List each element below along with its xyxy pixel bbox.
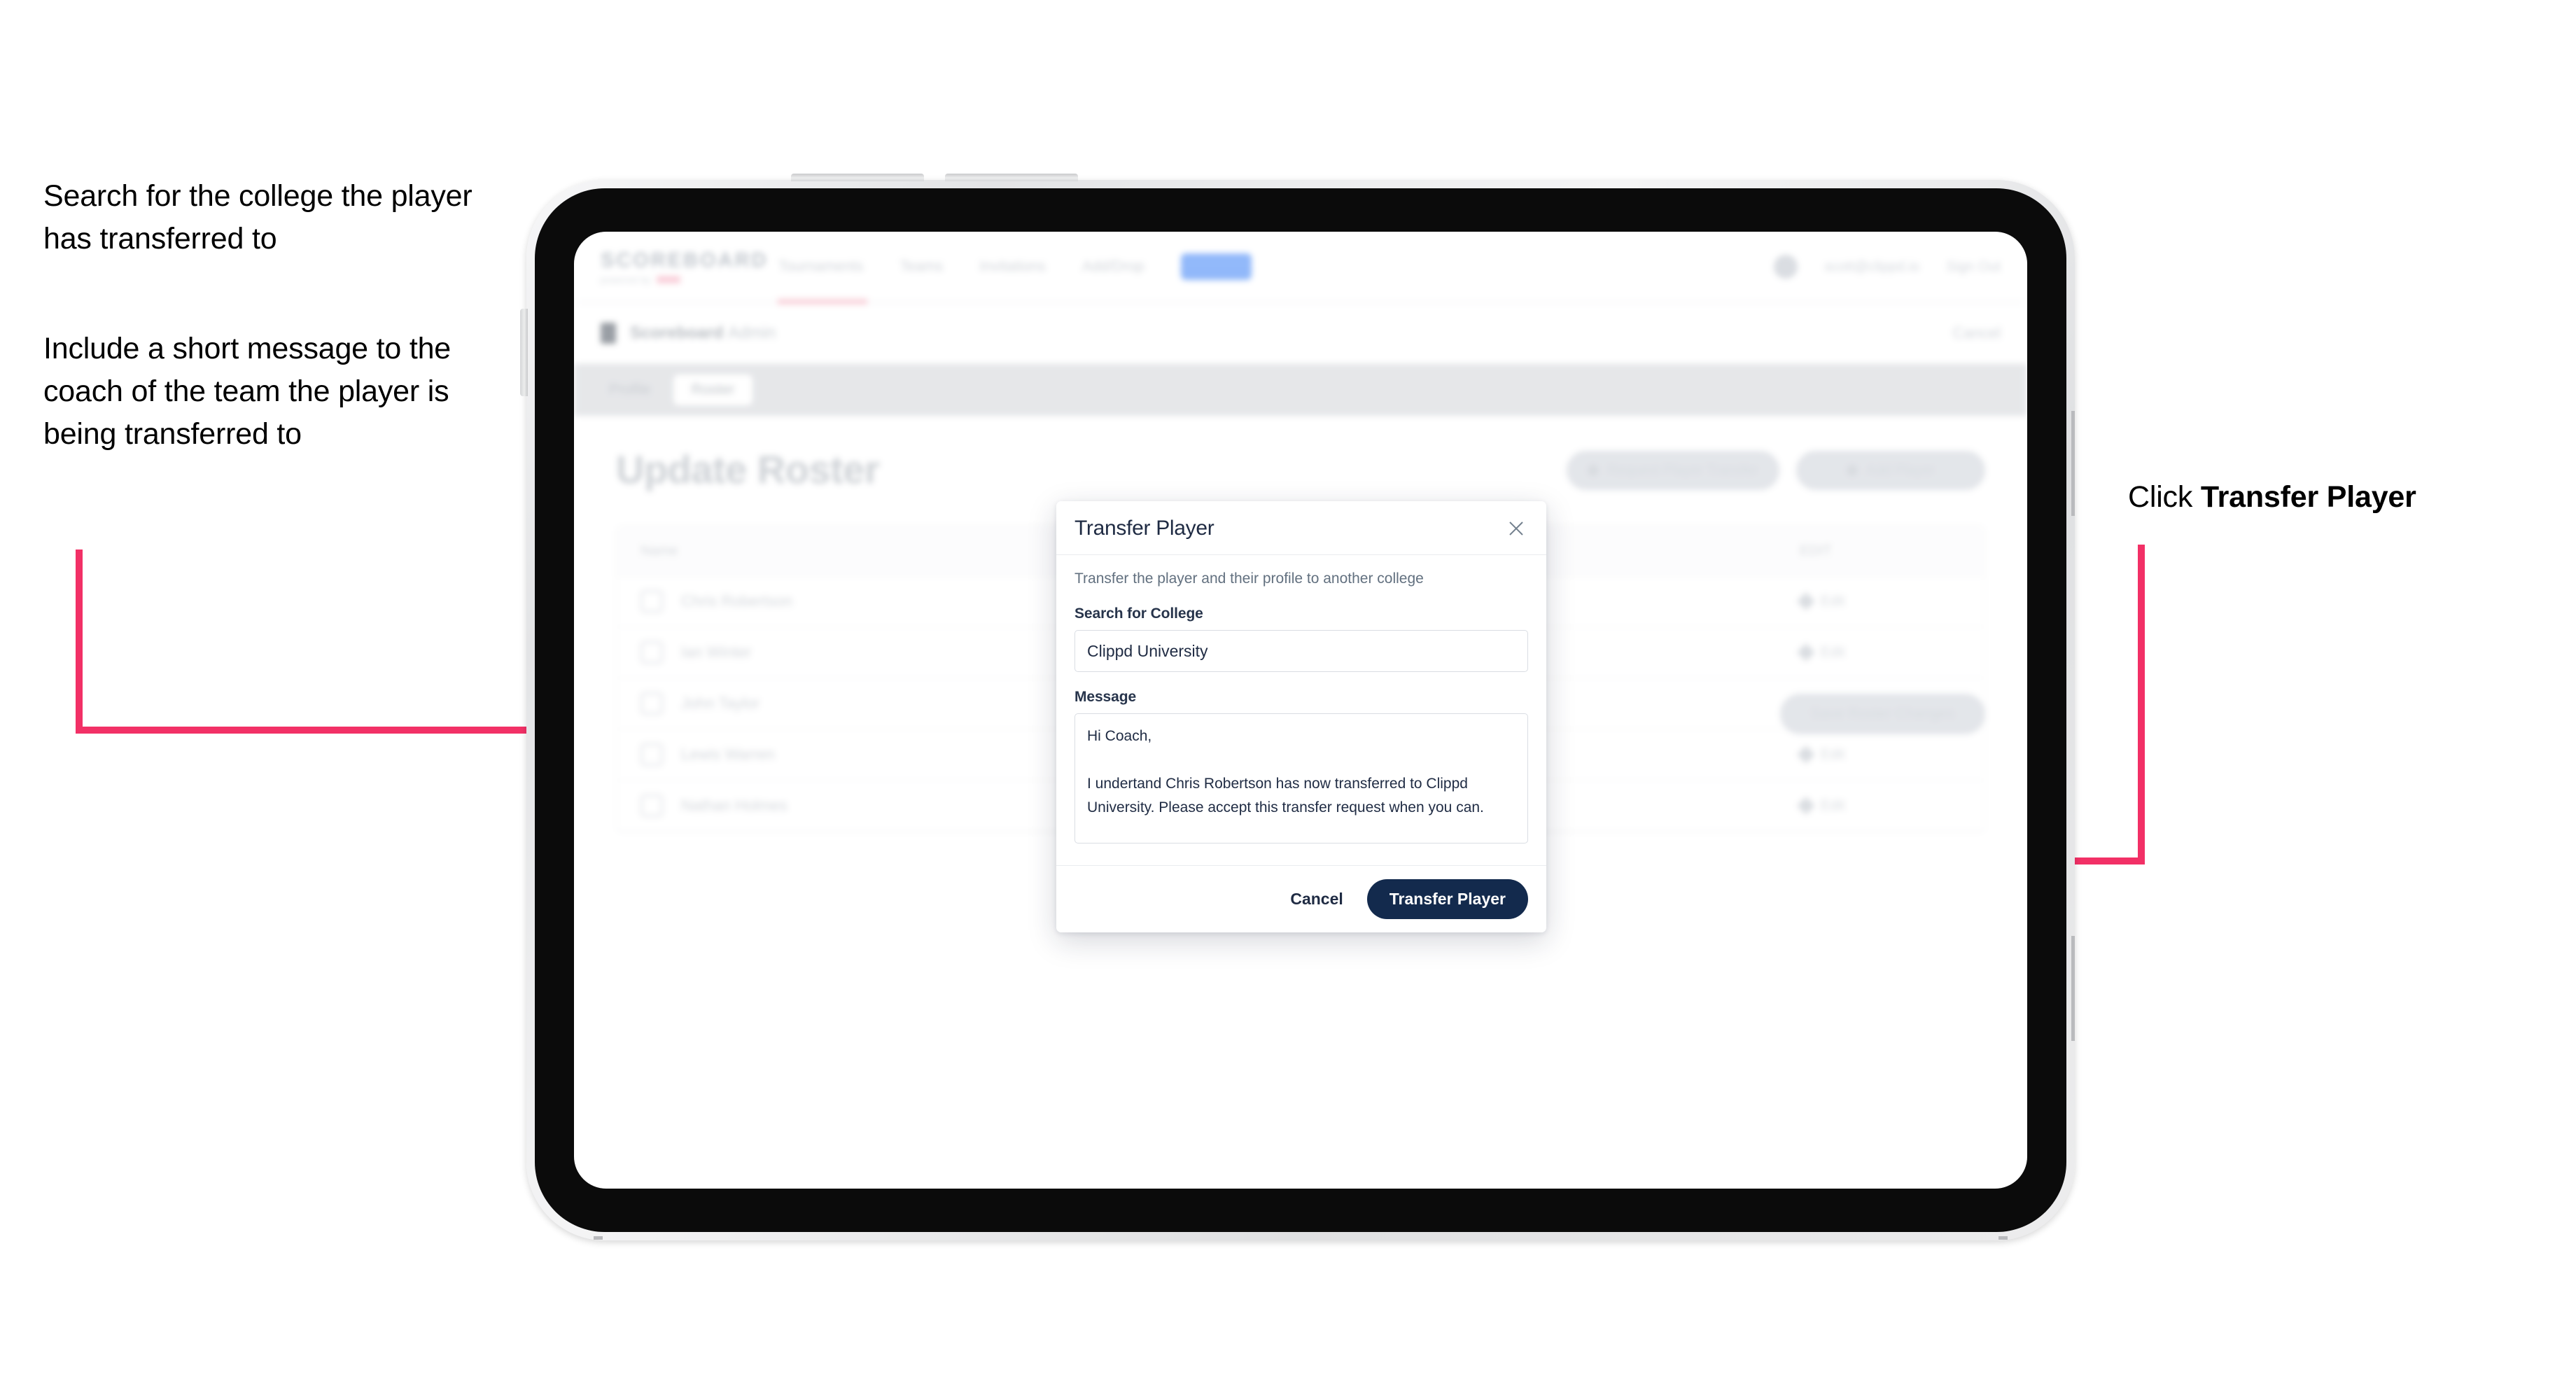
player-name: Ian Winter — [681, 643, 752, 661]
modal-body: Transfer the player and their profile to… — [1056, 555, 1546, 865]
pencil-icon — [1797, 643, 1815, 662]
power-button[interactable] — [520, 309, 528, 396]
message-field-label: Message — [1074, 689, 1137, 705]
antenna-line-bottom-left — [594, 1236, 603, 1240]
logo-text: SCOREBOARD — [601, 248, 769, 272]
logo-subtext: powered by — [601, 274, 652, 285]
scoreboard-icon — [601, 323, 616, 344]
row-edit-action[interactable]: Edit — [1797, 797, 1961, 815]
pencil-icon — [1797, 592, 1815, 610]
app-logo[interactable]: SCOREBOARD powered by — [601, 248, 769, 285]
transfer-icon — [1588, 465, 1600, 476]
nav-item-tournaments[interactable]: Tournaments — [778, 258, 863, 275]
pencil-icon — [1797, 797, 1815, 815]
row-edit-label: Edit — [1821, 593, 1845, 609]
main-nav: Tournaments Teams Invitations Add/Drop R… — [778, 253, 1252, 280]
tab-roster[interactable]: Roster — [673, 374, 753, 405]
logo-subtext-row: powered by — [601, 275, 721, 285]
player-name: Nathan Holmes — [681, 797, 788, 814]
nav-item-roster[interactable]: Roster — [1180, 253, 1252, 280]
row-checkbox[interactable] — [640, 692, 663, 715]
college-field-label: Search for College — [1074, 606, 1203, 622]
subbar-cancel-link[interactable]: Cancel — [1953, 324, 2001, 342]
nav-active-underline — [777, 299, 868, 304]
antenna-line-bottom-right — [1998, 1236, 2008, 1240]
annotation-search-college: Search for the college the player has tr… — [43, 179, 472, 256]
row-edit-action[interactable]: Edit — [1797, 592, 1961, 610]
annotation-click-bold: Transfer Player — [2200, 480, 2416, 514]
row-checkbox[interactable] — [640, 590, 663, 612]
row-checkbox[interactable] — [640, 743, 663, 766]
search-college-input[interactable] — [1074, 630, 1528, 672]
antenna-line-right-bottom — [2071, 936, 2075, 1041]
player-name: Chris Robertson — [681, 592, 792, 610]
player-name: Lewis Warren — [681, 746, 775, 763]
antenna-line-right-top — [2071, 411, 2075, 516]
tab-profile[interactable]: Profile — [591, 374, 669, 405]
plus-icon — [1847, 465, 1858, 476]
modal-description: Transfer the player and their profile to… — [1074, 570, 1424, 587]
action-row: Request Player Transfer Add Player — [1567, 451, 1985, 490]
volume-down-button[interactable] — [945, 174, 1078, 181]
app-header: SCOREBOARD powered by Tournaments Teams … — [574, 232, 2027, 304]
subbar-title-strong: Scoreboard — [630, 323, 724, 342]
row-edit-label: Edit — [1821, 746, 1845, 762]
transfer-player-button[interactable]: Transfer Player — [1366, 879, 1528, 919]
close-icon[interactable] — [1504, 517, 1528, 540]
avatar[interactable] — [1774, 255, 1798, 279]
volume-up-button[interactable] — [791, 174, 924, 181]
pencil-icon — [1797, 746, 1815, 764]
request-player-transfer-label: Request Player Transfer — [1607, 462, 1758, 478]
sign-out-link[interactable]: Sign Out — [1946, 259, 2001, 275]
row-checkbox[interactable] — [640, 641, 663, 664]
logo-brand-mark — [657, 276, 681, 284]
row-checkbox[interactable] — [640, 794, 663, 817]
request-player-transfer-button[interactable]: Request Player Transfer — [1567, 451, 1779, 490]
add-player-label: Add Player — [1866, 462, 1935, 478]
annotation-include-message: Include a short message to the coach of … — [43, 332, 451, 451]
header-right: scott@clippd.io Sign Out — [1774, 255, 2001, 279]
subbar-title-muted: Admin — [728, 323, 776, 342]
row-edit-label: Edit — [1821, 644, 1845, 660]
modal-title: Transfer Player — [1074, 517, 1214, 540]
nav-item-add-drop[interactable]: Add/Drop — [1082, 258, 1144, 275]
nav-item-invitations[interactable]: Invitations — [979, 258, 1046, 275]
annotation-click-prefix: Click — [2128, 480, 2201, 514]
annotation-click-transfer: Click Transfer Player — [2128, 476, 2562, 519]
add-player-button[interactable]: Add Player — [1796, 451, 1985, 490]
app-subbar: Scoreboard Admin Cancel — [574, 303, 2027, 364]
row-edit-action[interactable]: Edit — [1797, 746, 1961, 764]
modal-header: Transfer Player — [1056, 501, 1546, 555]
subbar-title: Scoreboard Admin — [630, 323, 776, 343]
nav-item-teams[interactable]: Teams — [899, 258, 943, 275]
user-email: scott@clippd.io — [1824, 258, 1920, 274]
message-textarea[interactable] — [1074, 713, 1528, 844]
column-header-edit: EDIT — [1800, 542, 1832, 559]
cancel-button[interactable]: Cancel — [1287, 883, 1345, 916]
transfer-player-modal: Transfer Player Transfer the player and … — [1056, 501, 1546, 932]
save-roster-changes-button[interactable]: Save Roster Changes — [1779, 694, 1985, 734]
app-tabs: Profile Roster — [574, 364, 2027, 416]
modal-footer: Cancel Transfer Player — [1056, 865, 1546, 932]
row-edit-label: Edit — [1821, 797, 1845, 813]
player-name: John Taylor — [681, 694, 760, 712]
row-edit-action[interactable]: Edit — [1797, 643, 1961, 662]
